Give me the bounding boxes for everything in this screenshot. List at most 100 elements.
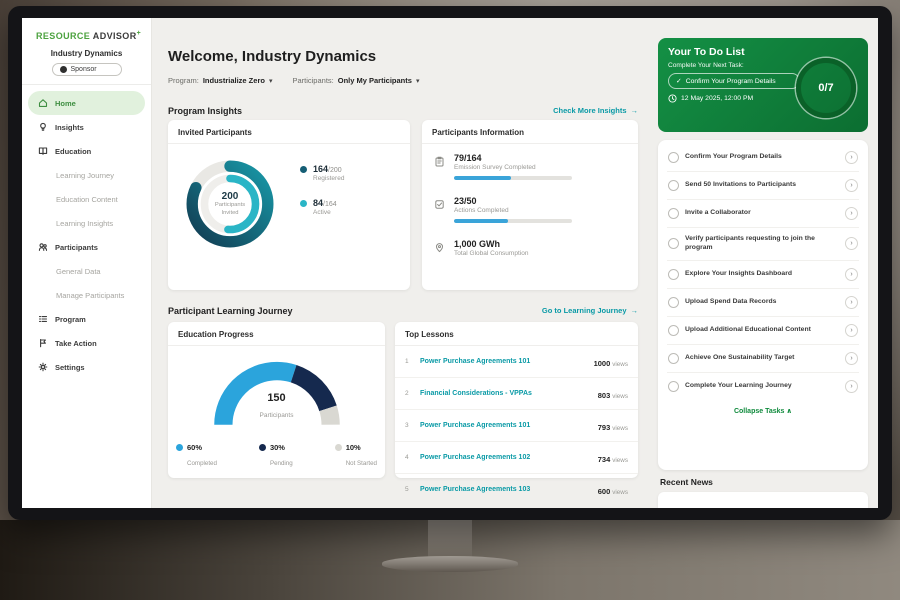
- recent-news-title: Recent News: [660, 477, 713, 487]
- legend-item-active: 84/164 Active: [300, 198, 344, 216]
- task-row[interactable]: Confirm Your Program Details ›: [667, 144, 859, 172]
- donut-center: 200 Participants Invited: [178, 152, 282, 256]
- task-checkbox[interactable]: [668, 269, 679, 280]
- lesson-link[interactable]: Financial Considerations - VPPAs: [420, 390, 592, 397]
- chevron-right-icon[interactable]: ›: [845, 151, 858, 164]
- progress-bar: [454, 176, 572, 180]
- arrow-right-icon: →: [631, 306, 639, 315]
- gauge-center-label: Participants: [260, 412, 294, 419]
- task-row[interactable]: Send 50 Invitations to Participants ›: [667, 172, 859, 200]
- flag-icon: [38, 338, 48, 348]
- task-label: Invite a Collaborator: [685, 209, 839, 218]
- task-checkbox[interactable]: [668, 208, 679, 219]
- task-label: Confirm Your Program Details: [685, 153, 839, 162]
- chevron-right-icon[interactable]: ›: [845, 268, 858, 281]
- sidebar-item-participants[interactable]: Participants: [28, 235, 145, 259]
- stat-emission-survey: 79/164 Emission Survey Completed: [422, 144, 638, 187]
- sidebar-item-home[interactable]: Home: [28, 91, 145, 115]
- lesson-link[interactable]: Power Purchase Agreements 101: [420, 358, 588, 365]
- task-row[interactable]: Achieve One Sustainability Target ›: [667, 345, 859, 373]
- sidebar-item-education-content[interactable]: Education Content: [28, 187, 145, 211]
- task-checkbox[interactable]: [668, 353, 679, 364]
- sidebar-item-label: Home: [55, 99, 76, 108]
- lesson-views-unit: views: [612, 489, 628, 496]
- task-checkbox[interactable]: [668, 238, 679, 249]
- lesson-link[interactable]: Power Purchase Agreements 103: [420, 486, 592, 493]
- task-row[interactable]: Upload Spend Data Records ›: [667, 289, 859, 317]
- sidebar-item-settings[interactable]: Settings: [28, 355, 145, 379]
- task-row[interactable]: Invite a Collaborator ›: [667, 200, 859, 228]
- task-label: Upload Additional Educational Content: [685, 326, 839, 335]
- sidebar-item-label: Education Content: [56, 195, 118, 204]
- sidebar-item-label: Take Action: [55, 339, 97, 348]
- task-checkbox[interactable]: [668, 381, 679, 392]
- participants-information-card: Participants Information 79/164 Emission…: [422, 120, 638, 290]
- brand-secondary: ADVISOR: [93, 31, 137, 41]
- chevron-right-icon[interactable]: ›: [845, 207, 858, 220]
- go-to-learning-journey-link[interactable]: Go to Learning Journey →: [542, 306, 638, 315]
- card-title: Participants Information: [422, 120, 638, 144]
- task-checkbox[interactable]: [668, 152, 679, 163]
- lesson-views-value: 600: [598, 487, 611, 496]
- sidebar-item-manage-participants[interactable]: Manage Participants: [28, 283, 145, 307]
- brand-primary: RESOURCE: [36, 31, 90, 41]
- top-lessons-card: Top Lessons 1 Power Purchase Agreements …: [395, 322, 638, 478]
- sidebar-item-learning-insights[interactable]: Learning Insights: [28, 211, 145, 235]
- program-select[interactable]: Program: Industrialize Zero ▾: [168, 76, 272, 85]
- lesson-link[interactable]: Power Purchase Agreements 102: [420, 454, 592, 461]
- program-label: Program:: [168, 76, 199, 85]
- invited-participants-donut: 200 Participants Invited: [178, 152, 282, 256]
- legend-value: 30%: [270, 443, 293, 452]
- sidebar-item-program[interactable]: Program: [28, 307, 145, 331]
- link-label: Check More Insights: [553, 106, 626, 115]
- donut-center-label: Participants Invited: [207, 202, 253, 216]
- sidebar-item-general-data[interactable]: General Data: [28, 259, 145, 283]
- todo-progress-ring: 0/7: [796, 58, 856, 118]
- task-label: Verify participants requesting to join t…: [685, 235, 839, 253]
- stat-label: Actions Completed: [454, 207, 572, 214]
- participants-select[interactable]: Participants: Only My Participants ▾: [292, 76, 419, 85]
- list-icon: [38, 314, 48, 324]
- chevron-right-icon[interactable]: ›: [845, 352, 858, 365]
- lesson-row: 2 Financial Considerations - VPPAs 803vi…: [395, 378, 638, 410]
- sidebar-item-label: Education: [55, 147, 91, 156]
- gear-icon: [38, 362, 48, 372]
- education-progress-card: Education Progress 150 Participants 60%C…: [168, 322, 385, 478]
- program-value: Industrialize Zero: [203, 76, 265, 85]
- lesson-link[interactable]: Power Purchase Agreements 101: [420, 422, 592, 429]
- participants-value: Only My Participants: [338, 76, 412, 85]
- chevron-right-icon[interactable]: ›: [845, 179, 858, 192]
- next-task-pill[interactable]: ✓ Confirm Your Program Details: [668, 73, 800, 89]
- chevron-right-icon[interactable]: ›: [845, 380, 858, 393]
- sidebar-item-education[interactable]: Education: [28, 139, 145, 163]
- sidebar: RESOURCE ADVISOR+ Industry Dynamics Spon…: [22, 18, 152, 508]
- chevron-right-icon[interactable]: ›: [845, 296, 858, 309]
- donut-center-value: 200: [222, 191, 239, 202]
- check-more-insights-link[interactable]: Check More Insights →: [553, 106, 638, 115]
- legend-value: 10%: [346, 443, 377, 452]
- legend-item-pending: 30%Pending: [259, 443, 293, 470]
- chevron-right-icon[interactable]: ›: [845, 237, 858, 250]
- sidebar-item-insights[interactable]: Insights: [28, 115, 145, 139]
- sidebar-item-take-action[interactable]: Take Action: [28, 331, 145, 355]
- task-row[interactable]: Explore Your Insights Dashboard ›: [667, 261, 859, 289]
- sidebar-item-label: Learning Insights: [56, 219, 113, 228]
- collapse-tasks-button[interactable]: Collapse Tasks ∧: [667, 400, 859, 419]
- task-row[interactable]: Complete Your Learning Journey ›: [667, 373, 859, 400]
- task-checkbox[interactable]: [668, 297, 679, 308]
- task-checkbox[interactable]: [668, 325, 679, 336]
- sidebar-item-label: Participants: [55, 243, 98, 252]
- dashboard-screen: RESOURCE ADVISOR+ Industry Dynamics Spon…: [22, 18, 878, 508]
- legend-value: 84: [313, 198, 323, 208]
- collapse-label: Collapse Tasks: [734, 408, 784, 415]
- sponsor-badge: Sponsor: [52, 63, 122, 76]
- sidebar-item-label: Manage Participants: [56, 291, 124, 300]
- todo-tasks-card: Confirm Your Program Details › Send 50 I…: [658, 140, 868, 470]
- filters-row: Program: Industrialize Zero ▾ Participan…: [168, 76, 419, 85]
- task-checkbox[interactable]: [668, 180, 679, 191]
- chevron-right-icon[interactable]: ›: [845, 324, 858, 337]
- sidebar-item-learning-journey[interactable]: Learning Journey: [28, 163, 145, 187]
- task-row[interactable]: Verify participants requesting to join t…: [667, 228, 859, 261]
- section-title-program-insights: Program Insights: [168, 106, 242, 116]
- task-row[interactable]: Upload Additional Educational Content ›: [667, 317, 859, 345]
